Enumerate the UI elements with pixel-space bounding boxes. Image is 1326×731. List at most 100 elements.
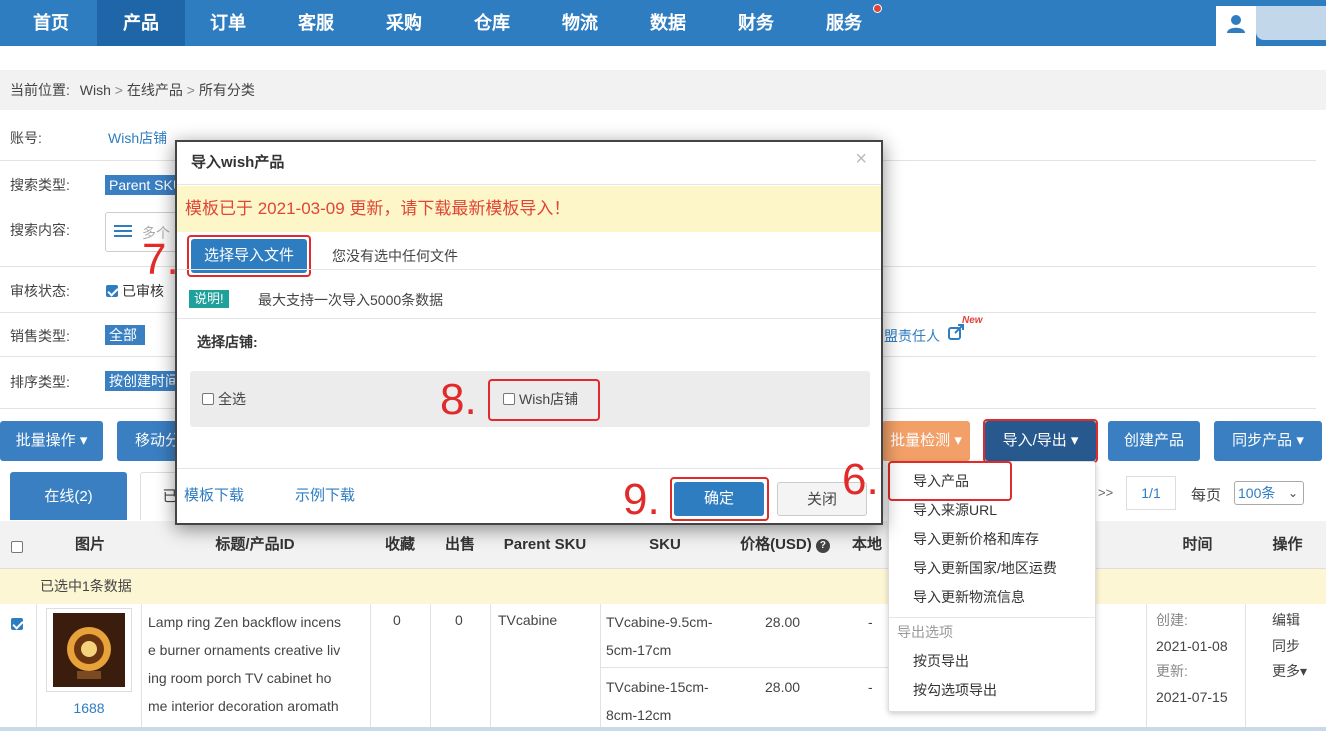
product-thumbnail-image xyxy=(53,613,125,687)
sold-count: 0 xyxy=(455,612,463,628)
sync-link[interactable]: 同步 xyxy=(1272,632,1300,660)
note-text: 最大支持一次导入5000条数据 xyxy=(258,292,444,308)
list-icon xyxy=(114,223,132,239)
external-link-icon[interactable] xyxy=(948,324,964,340)
nav-item-purchasing[interactable]: 采购 xyxy=(360,0,448,46)
highlight-confirm xyxy=(670,477,769,521)
search-type-label: 搜索类型: xyxy=(10,177,70,193)
batch-operations-button[interactable]: 批量操作 ▾ xyxy=(0,421,103,461)
nav-item-orders[interactable]: 订单 xyxy=(184,0,272,46)
select-all-stores-checkbox[interactable]: 全选 xyxy=(202,389,246,409)
checkbox-checked-icon xyxy=(106,285,118,297)
nav-item-finance[interactable]: 财务 xyxy=(712,0,800,46)
page-indicator: 1/1 xyxy=(1126,476,1176,510)
more-link[interactable]: 更多▾ xyxy=(1272,657,1307,685)
breadcrumb-wish[interactable]: Wish xyxy=(80,82,111,98)
divider xyxy=(430,604,431,731)
divider xyxy=(600,667,890,668)
divider xyxy=(1245,604,1246,731)
header-operations: 操作 xyxy=(1272,536,1303,553)
no-file-text: 您没有选中任何文件 xyxy=(332,248,458,264)
audit-value: 已审核 xyxy=(122,283,164,299)
header-favorites: 收藏 xyxy=(384,536,415,553)
create-product-button[interactable]: 创建产品 xyxy=(1108,421,1200,461)
help-icon[interactable]: ? xyxy=(815,539,830,553)
header-fade xyxy=(1256,6,1326,40)
header-local: 本地 xyxy=(852,536,883,553)
template-download-link[interactable]: 模板下载 xyxy=(184,484,244,505)
nav-item-products[interactable]: 产品 xyxy=(97,0,185,46)
favorites-count: 0 xyxy=(393,612,401,628)
header-parent-sku: Parent SKU xyxy=(503,536,587,553)
header-price: 价格(USD) ? xyxy=(735,521,835,569)
divider xyxy=(1146,604,1147,731)
divider xyxy=(177,269,881,270)
search-type-value[interactable]: Parent SKU xyxy=(105,175,175,195)
user-menu[interactable] xyxy=(1216,6,1256,46)
menu-item-import-shipping[interactable]: 导入更新国家/地区运费 xyxy=(913,554,1057,582)
nav-item-data[interactable]: 数据 xyxy=(624,0,712,46)
batch-check-button[interactable]: 批量检测 ▾ xyxy=(882,421,970,461)
nav-item-home[interactable]: 首页 xyxy=(7,0,95,46)
created-date: 2021-01-08 xyxy=(1156,638,1228,654)
header-time: 时间 xyxy=(1182,536,1213,553)
parent-sku-value: TVcabine xyxy=(498,612,558,628)
step-6-label: 6. xyxy=(842,455,879,504)
account-value[interactable]: Wish店铺 xyxy=(108,128,167,148)
highlight-import-export xyxy=(983,419,1098,463)
sales-type-value[interactable]: 全部 xyxy=(105,325,145,345)
export-options-header: 导出选项 xyxy=(897,624,953,640)
menu-item-export-page[interactable]: 按页导出 xyxy=(913,647,969,675)
breadcrumb-online-products[interactable]: 在线产品 xyxy=(127,82,183,98)
nav-item-logistics[interactable]: 物流 xyxy=(536,0,624,46)
per-page-select[interactable]: 100条 ⌄ xyxy=(1234,481,1304,505)
menu-item-export-selected[interactable]: 按勾选项导出 xyxy=(913,676,997,704)
local-value: - xyxy=(868,614,873,630)
responsible-link[interactable]: 盟责任人 xyxy=(884,326,940,346)
per-page-label: 每页 xyxy=(1191,487,1222,504)
select-all-checkbox[interactable] xyxy=(11,539,27,555)
next-page-link[interactable]: >> xyxy=(1098,485,1113,500)
account-label: 账号: xyxy=(10,130,42,146)
price-value: 28.00 xyxy=(765,614,801,630)
example-download-link[interactable]: 示例下载 xyxy=(295,484,355,505)
breadcrumb: 当前位置: Wish > 在线产品 > 所有分类 xyxy=(0,70,1326,110)
divider xyxy=(490,604,491,731)
source-1688-link[interactable]: 1688 xyxy=(46,700,132,716)
nav-item-customer-service[interactable]: 客服 xyxy=(272,0,360,46)
tab-online[interactable]: 在线(2) xyxy=(10,472,127,520)
product-title[interactable]: Lamp ring Zen backflow incens e burner o… xyxy=(148,608,363,720)
breadcrumb-all-categories[interactable]: 所有分类 xyxy=(199,82,255,98)
menu-item-import-logistics[interactable]: 导入更新物流信息 xyxy=(913,583,1025,611)
divider xyxy=(177,318,881,319)
price-value: 28.00 xyxy=(765,679,801,695)
audit-label: 审核状态: xyxy=(10,283,70,299)
menu-item-import-price-stock[interactable]: 导入更新价格和库存 xyxy=(913,525,1039,553)
sync-product-button[interactable]: 同步产品 ▾ xyxy=(1214,421,1322,461)
edit-link[interactable]: 编辑 xyxy=(1272,606,1300,634)
divider xyxy=(889,617,1095,618)
highlight-wish-store xyxy=(488,379,600,421)
divider xyxy=(177,184,881,185)
store-options-panel: 全选 Wish店铺 xyxy=(190,371,870,427)
audit-checkbox[interactable]: 已审核 xyxy=(106,281,164,301)
header-title: 标题/产品ID xyxy=(215,536,295,553)
checkbox-icon xyxy=(202,393,214,405)
sort-type-value[interactable]: 按创建时间 xyxy=(105,371,175,391)
product-image[interactable] xyxy=(46,608,132,692)
divider xyxy=(600,604,601,731)
new-badge: New xyxy=(962,315,983,326)
row-checkbox[interactable] xyxy=(11,616,27,632)
breadcrumb-prefix: 当前位置: xyxy=(10,82,70,98)
selected-count-notice: 已选中1条数据 xyxy=(0,569,1326,604)
nav-item-warehouse[interactable]: 仓库 xyxy=(448,0,536,46)
header-sku: SKU xyxy=(649,536,681,553)
sku-value: TVcabine-15cm- 8cm-12cm xyxy=(606,679,709,723)
sku-value: TVcabine-9.5cm- 5cm-17cm xyxy=(606,614,713,658)
close-icon[interactable]: × xyxy=(855,148,867,171)
step-7-label: 7. xyxy=(142,235,179,284)
bottom-bar xyxy=(0,727,1326,731)
top-navigation: 首页 产品 订单 客服 采购 仓库 物流 数据 财务 服务 xyxy=(0,0,1326,46)
dialog-title: 导入wish产品 xyxy=(191,154,285,171)
sort-type-label: 排序类型: xyxy=(10,374,70,390)
